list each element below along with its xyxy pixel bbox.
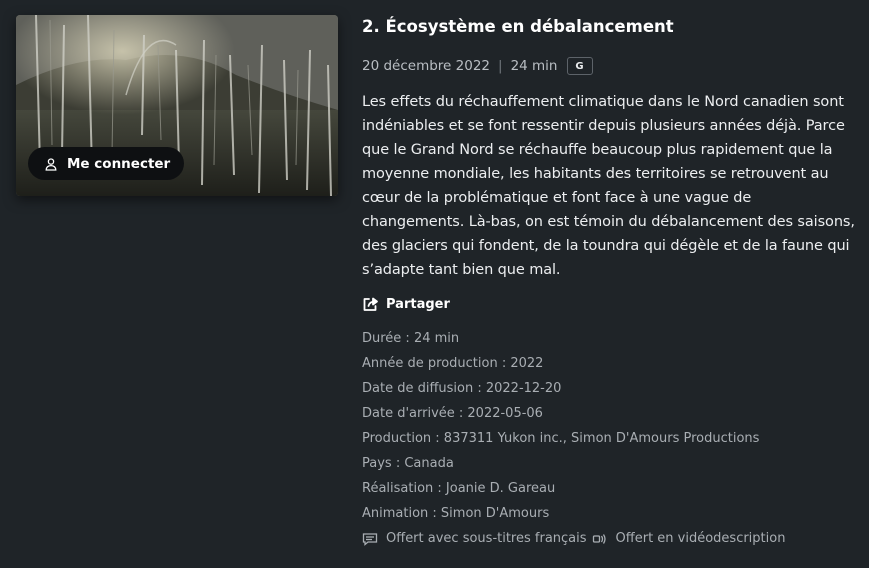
connect-button[interactable]: Me connecter	[28, 147, 185, 180]
episode-description: Les effets du réchauffement climatique d…	[362, 94, 855, 278]
meta-separator: |	[498, 58, 503, 74]
audio-description-icon	[592, 532, 608, 546]
share-icon	[362, 296, 380, 312]
share-button[interactable]: Partager	[362, 293, 450, 315]
fact-broadcast-date: Date de diffusion : 2022-12-20	[362, 381, 562, 396]
connect-label: Me connecter	[67, 155, 171, 172]
fact-production: Production : 837311 Yukon inc., Simon D'…	[362, 431, 760, 446]
fact-country: Pays : Canada	[362, 456, 454, 471]
fact-production-year: Année de production : 2022	[362, 356, 544, 371]
episode-duration: 24 min	[510, 58, 558, 74]
episode-details: 2. Écosystème en débalancement 20 décemb…	[362, 14, 857, 551]
audio-description-offer: Offert en vidéodescription	[615, 531, 786, 546]
episode-thumbnail[interactable]: Me connecter	[16, 15, 338, 196]
episode-page: Me connecter 2. Écosystème en débalancem…	[0, 0, 869, 568]
episode-facts: Durée : 24 min Année de production : 202…	[362, 326, 857, 551]
fact-duration: Durée : 24 min	[362, 331, 460, 346]
fact-arrival-date: Date d'arrivée : 2022-05-06	[362, 406, 543, 421]
share-label: Partager	[386, 296, 450, 312]
episode-meta: 20 décembre 2022 | 24 min G	[362, 56, 857, 76]
accessibility-offers: Offert avec sous-titres français Offert …	[362, 526, 857, 551]
user-icon	[44, 157, 58, 171]
subtitles-offer: Offert avec sous-titres français	[386, 531, 587, 546]
episode-date: 20 décembre 2022	[362, 58, 490, 74]
fact-host: Animation : Simon D'Amours	[362, 506, 550, 521]
fact-director: Réalisation : Joanie D. Gareau	[362, 481, 556, 496]
subtitles-icon	[362, 532, 378, 546]
rating-badge: G	[566, 57, 593, 75]
episode-title: 2. Écosystème en débalancement	[362, 17, 674, 36]
